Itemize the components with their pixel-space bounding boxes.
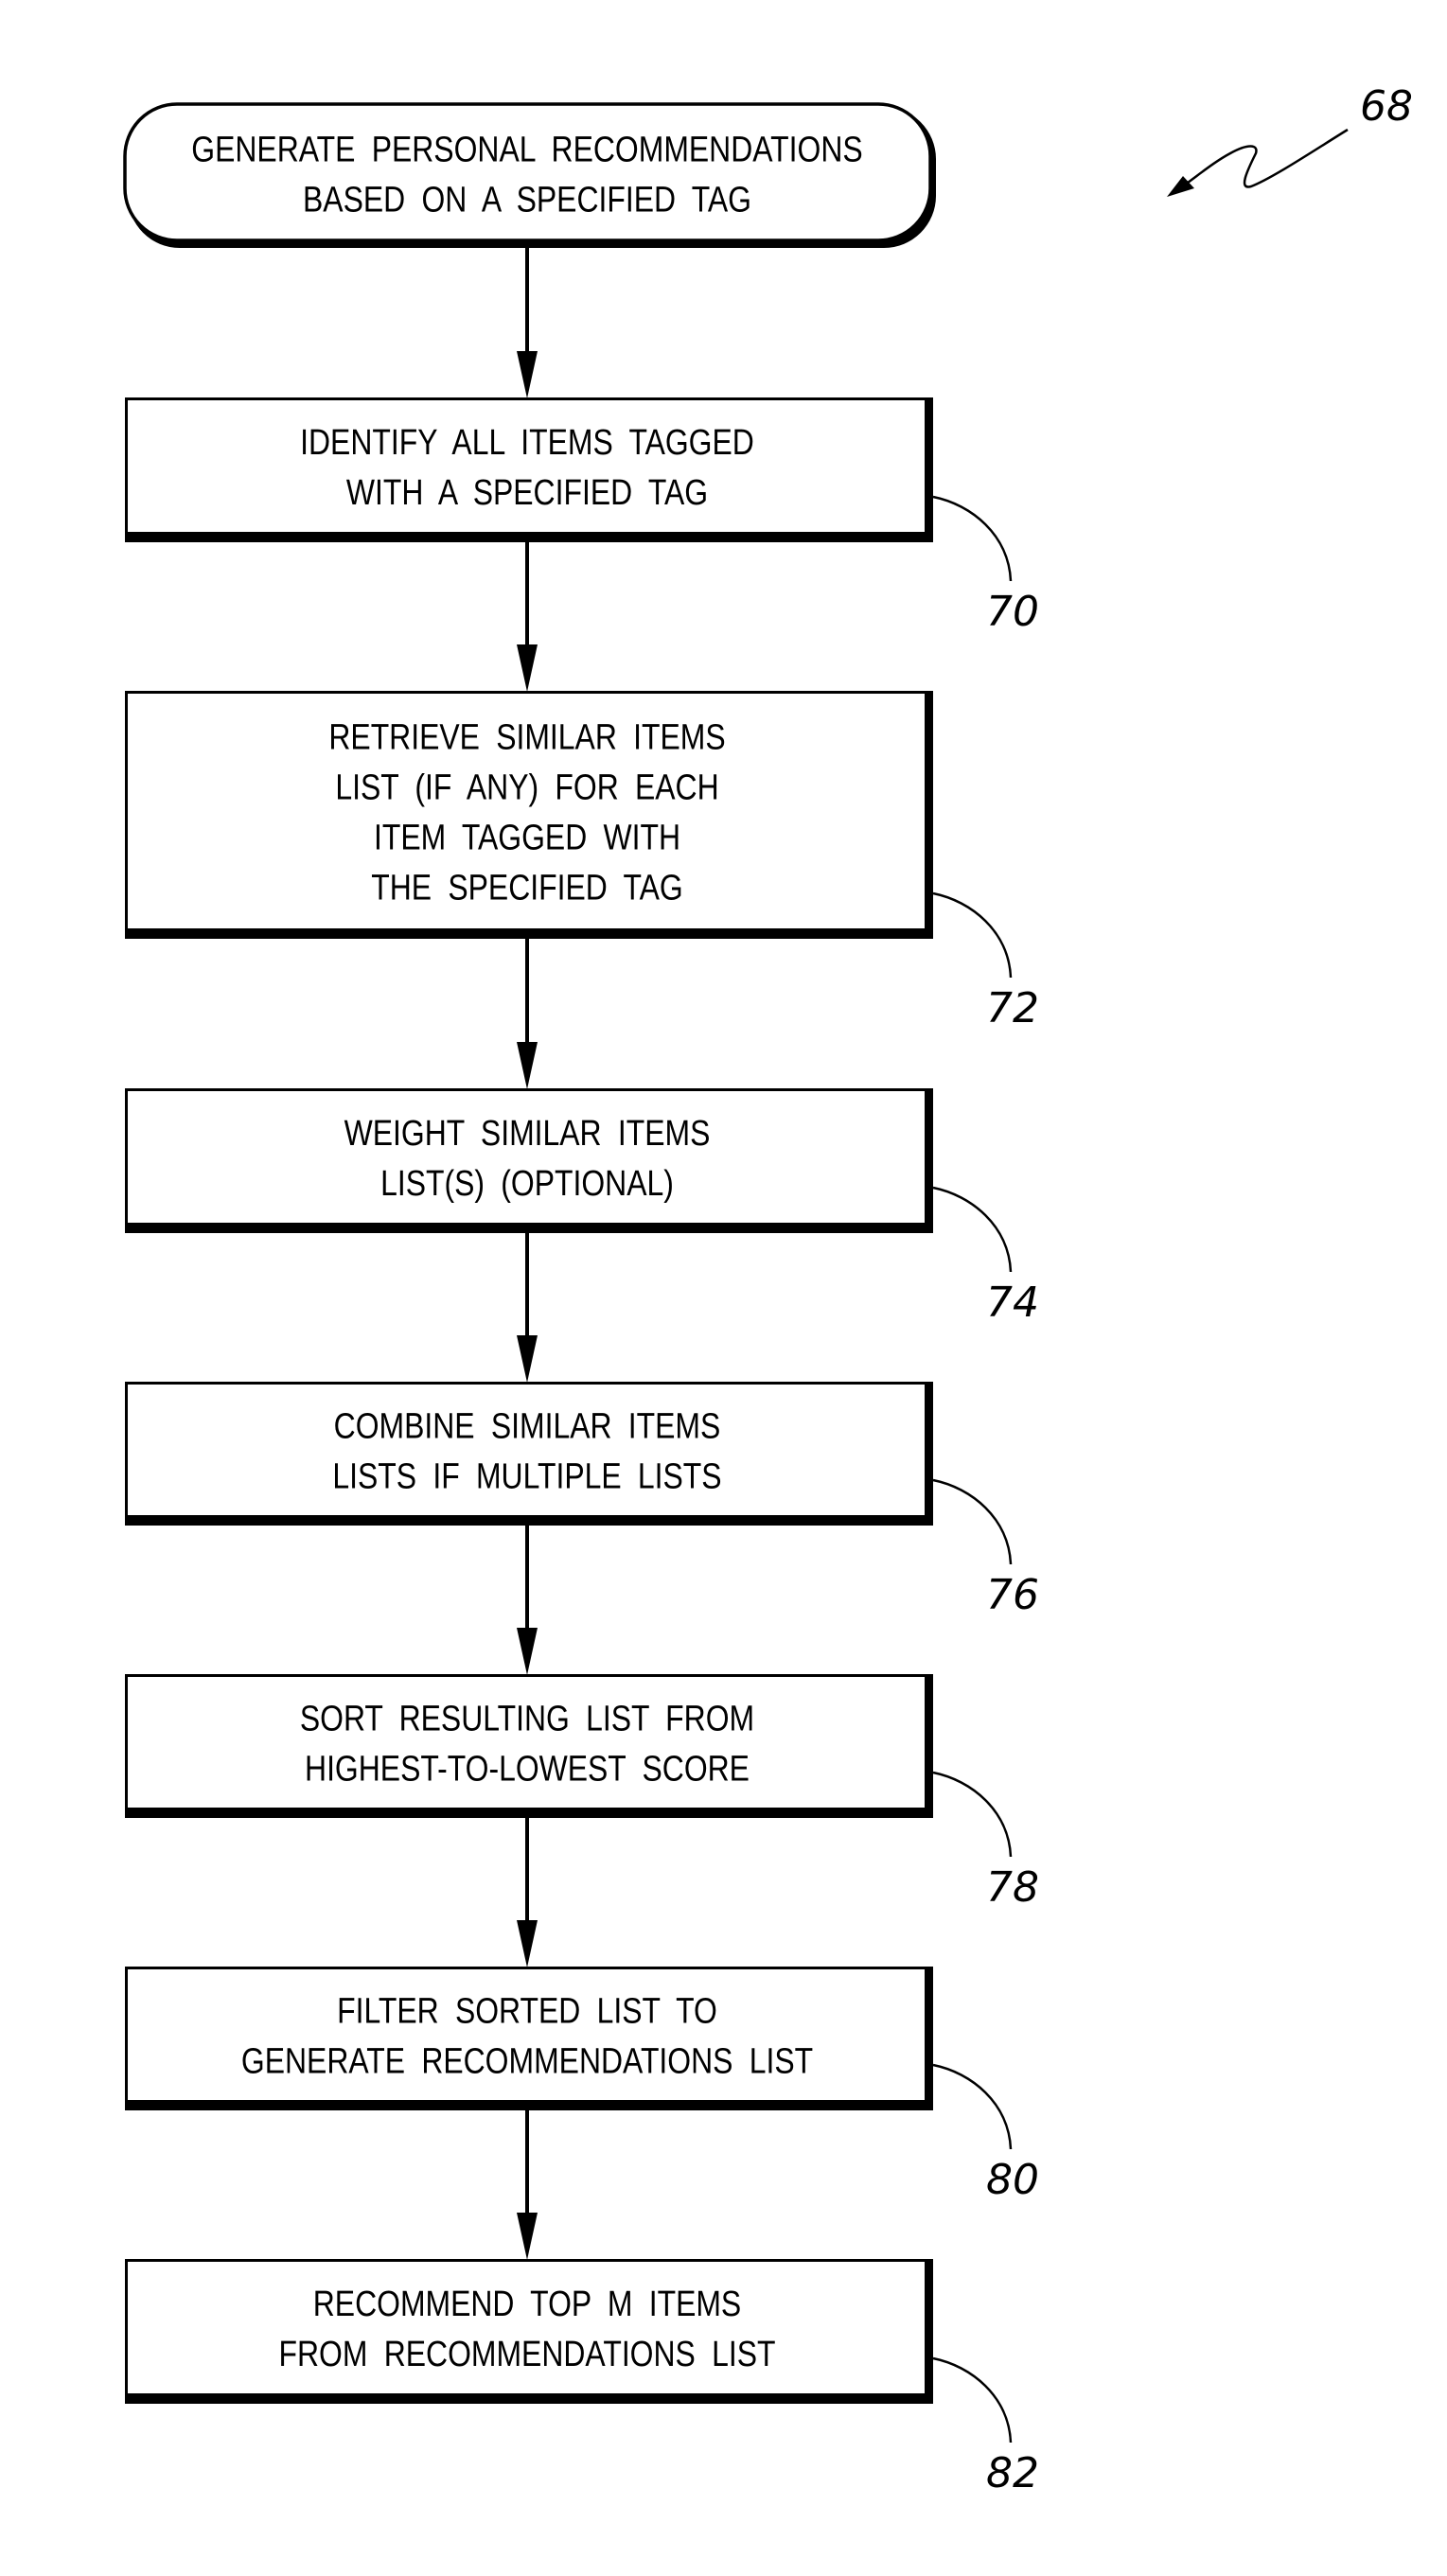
process-box-72-text-line: THE SPECIFIED TAG [371,868,682,908]
process-box-70-text-line: IDENTIFY ALL ITEMS TAGGED [300,422,754,462]
reference-numeral-72: 72 [986,984,1039,1032]
process-box-78 [125,1674,927,1810]
reference-numeral-82: 82 [986,2449,1039,2497]
start-terminator [123,102,932,242]
reference-numeral-80: 80 [986,2156,1039,2204]
process-box-70 [125,397,927,535]
process-box-72-text-line: LIST (IF ANY) FOR EACH [335,768,718,807]
process-box-74-text-line: WEIGHT SIMILAR ITEMS [344,1113,711,1153]
leader-line-82 [932,2356,1013,2444]
leader-line-78 [932,1771,1013,1858]
reference-numeral-76: 76 [986,1571,1039,1619]
process-box-76-text-line: LISTS IF MULTIPLE LISTS [332,1456,721,1496]
leader-line-70 [932,495,1013,582]
start-terminator-text-line: BASED ON A SPECIFIED TAG [303,180,751,220]
reference-numeral-70: 70 [986,588,1039,636]
process-box-74-text-line: LIST(S) (OPTIONAL) [380,1163,674,1203]
process-box-82 [125,2259,927,2396]
flow-arrowhead [517,1335,538,1383]
flow-arrowhead [517,2213,538,2260]
leader-line-74 [932,1186,1013,1273]
figure-reference: 68 [1167,82,1413,197]
leader-line-76 [932,1478,1013,1565]
flow-arrowhead [517,1042,538,1089]
figure-reference-number: 68 [1360,82,1413,131]
process-box-72-text-line: RETRIEVE SIMILAR ITEMS [328,717,725,757]
figure-reference-squiggle-arrow [1187,128,1349,188]
flowchart: GENERATE PERSONAL RECOMMENDATIONS BASED O… [123,82,1413,2497]
process-box-80 [125,1967,927,2103]
reference-numeral-78: 78 [986,1863,1039,1912]
process-box-76 [125,1382,927,1518]
start-terminator-text-line: GENERATE PERSONAL RECOMMENDATIONS [191,130,862,169]
figure-reference-arrowhead [1167,176,1194,197]
process-box-82-text-line: FROM RECOMMENDATIONS LIST [279,2334,776,2373]
process-box-80-text-line: FILTER SORTED LIST TO [337,1991,717,2031]
process-box-74 [125,1088,927,1226]
process-box-70-text-line: WITH A SPECIFIED TAG [346,472,708,512]
flow-arrowhead [517,351,538,398]
reference-numeral-74: 74 [986,1279,1039,1327]
process-box-82-text-line: RECOMMEND TOP M ITEMS [313,2284,741,2323]
leader-line-72 [932,891,1013,979]
flow-arrowhead [517,1628,538,1675]
leader-line-80 [932,2063,1013,2150]
flow-arrowhead [517,1920,538,1967]
process-box-72-text-line: ITEM TAGGED WITH [374,818,680,857]
process-box-80-text-line: GENERATE RECOMMENDATIONS LIST [241,2041,813,2081]
process-box-76-text-line: COMBINE SIMILAR ITEMS [334,1406,721,1446]
flow-arrowhead [517,644,538,692]
process-box-78-text-line: HIGHEST-TO-LOWEST SCORE [305,1749,750,1789]
process-box-78-text-line: SORT RESULTING LIST FROM [300,1699,754,1738]
